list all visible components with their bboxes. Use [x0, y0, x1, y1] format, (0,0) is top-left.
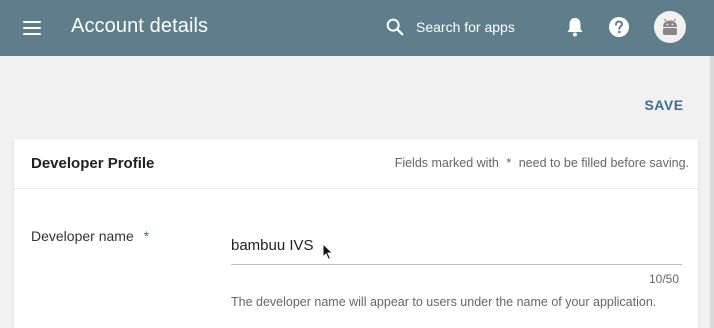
- mouse-pointer-icon: [322, 243, 334, 261]
- note-prefix: Fields marked with: [394, 156, 499, 170]
- search-box[interactable]: Search for apps: [384, 14, 534, 40]
- save-button[interactable]: SAVE: [636, 94, 692, 116]
- char-counter: 10/50: [649, 272, 680, 286]
- developer-name-label-text: Developer name: [31, 228, 134, 244]
- android-avatar-icon[interactable]: [654, 11, 686, 43]
- developer-name-helper: The developer name will appear to users …: [231, 295, 657, 309]
- developer-name-label: Developer name *: [31, 228, 149, 244]
- search-placeholder: Search for apps: [416, 19, 515, 35]
- developer-profile-card: Developer Profile Fields marked with * n…: [14, 139, 698, 328]
- required-star: *: [143, 228, 150, 244]
- note-star: *: [506, 156, 512, 170]
- help-icon[interactable]: [606, 14, 632, 40]
- note-suffix: need to be filled before saving.: [518, 156, 689, 170]
- required-fields-note: Fields marked with * need to be filled b…: [395, 156, 689, 170]
- top-app-bar: Account details Search for apps: [0, 0, 714, 56]
- developer-name-value[interactable]: bambuu IVS: [231, 237, 314, 254]
- bell-icon[interactable]: [562, 14, 588, 40]
- developer-name-field[interactable]: bambuu IVS: [231, 234, 682, 265]
- scrollbar-track[interactable]: [710, 56, 714, 328]
- page-title: Account details: [71, 15, 209, 37]
- card-title: Developer Profile: [31, 155, 155, 172]
- search-icon: [386, 18, 404, 36]
- menu-icon[interactable]: [14, 14, 50, 42]
- card-header: Developer Profile Fields marked with * n…: [14, 139, 698, 189]
